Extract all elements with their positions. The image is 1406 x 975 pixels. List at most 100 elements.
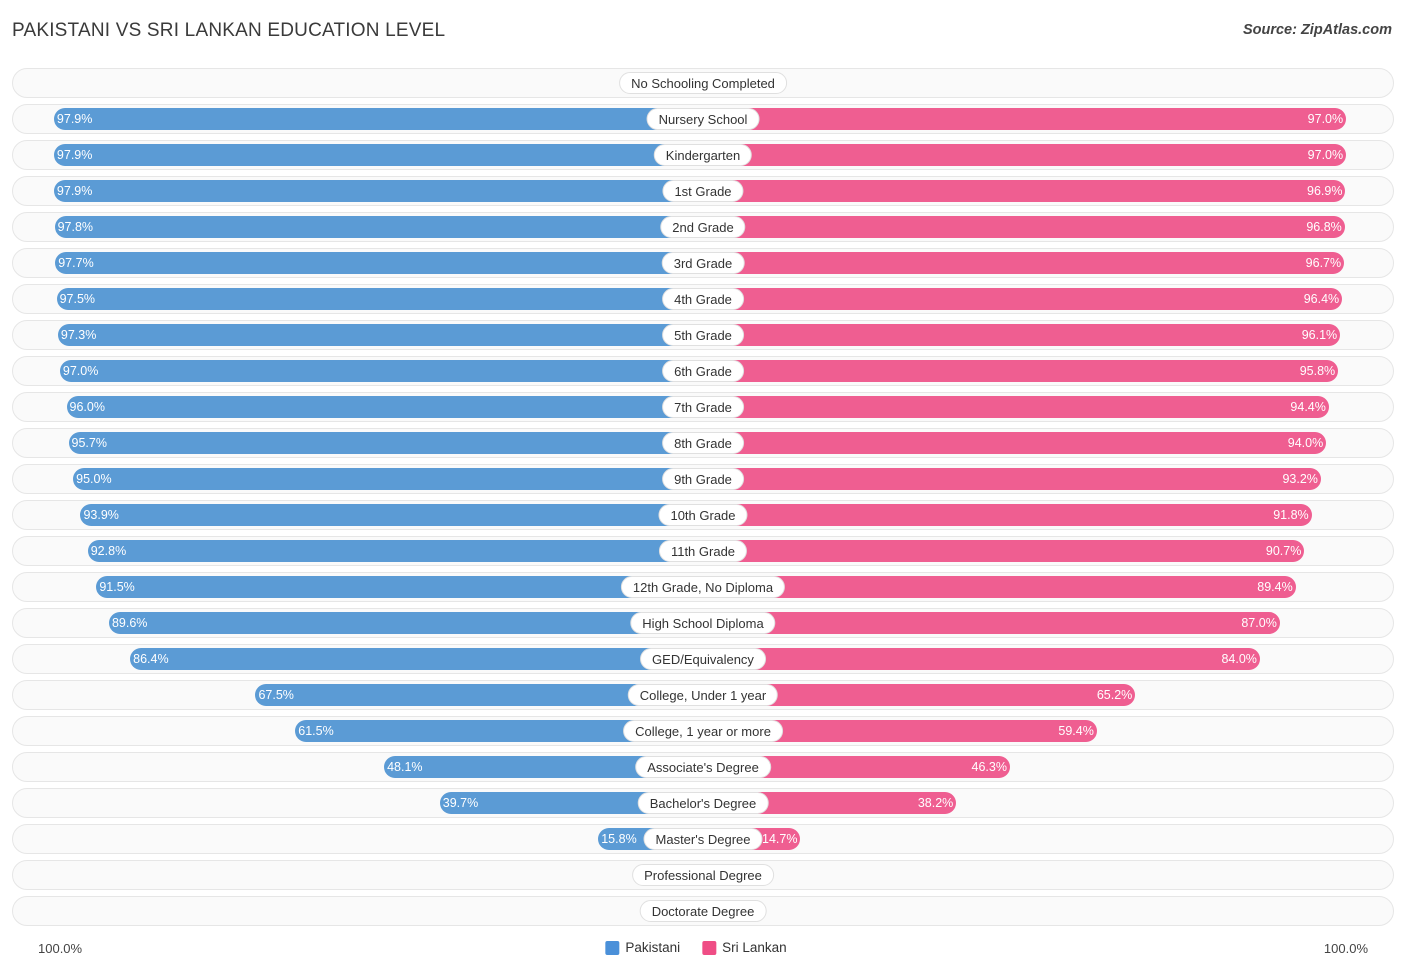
category-label: 9th Grade xyxy=(662,468,744,490)
category-label: 8th Grade xyxy=(662,432,744,454)
bar-srilankan xyxy=(703,504,1312,526)
value-label-srilankan: 97.0% xyxy=(1307,112,1344,126)
bar-srilankan xyxy=(703,324,1341,346)
bar-srilankan xyxy=(703,576,1296,598)
value-label-pakistani: 95.7% xyxy=(72,429,107,457)
chart-row-inner: 4.8%4.3%Professional Degree xyxy=(13,861,1393,889)
value-label-srilankan: 93.2% xyxy=(1282,472,1318,486)
chart-row: 97.8% 96.8% 2nd Grade xyxy=(12,212,1394,242)
category-label: 6th Grade xyxy=(662,360,744,382)
chart-row-inner: 95.0% 93.2% 9th Grade xyxy=(13,465,1393,493)
bar-pakistani xyxy=(59,360,703,382)
chart-row-inner: 48.1% 46.3% Associate's Degree xyxy=(13,753,1393,781)
source-attribution: Source: ZipAtlas.com xyxy=(1242,22,1392,38)
bar-srilankan xyxy=(703,432,1327,454)
bar-srilankan xyxy=(703,648,1260,670)
value-label-pakistani: 97.7% xyxy=(58,249,93,277)
chart-row: 4.8%4.3%Professional Degree xyxy=(12,860,1394,890)
chart-row-inner: 97.8% 96.8% 2nd Grade xyxy=(13,213,1393,241)
chart-row-inner: 97.3% 96.1% 5th Grade xyxy=(13,321,1393,349)
chart-row: 97.9% 97.0% Nursery School xyxy=(12,104,1394,134)
bar-pakistani xyxy=(80,504,703,526)
chart-row-inner: 97.0% 95.8% 6th Grade xyxy=(13,357,1393,385)
bar-pakistani xyxy=(57,324,703,346)
value-label-srilankan: 90.7% xyxy=(1265,544,1302,558)
category-label: Nursery School xyxy=(646,108,760,130)
chart-row-inner: 91.5% 89.4% 12th Grade, No Diploma xyxy=(13,573,1393,601)
value-label-pakistani: 97.3% xyxy=(61,321,96,349)
category-label: Bachelor's Degree xyxy=(637,792,769,814)
chart-row-inner: 96.0% 94.4% 7th Grade xyxy=(13,393,1393,421)
bar-srilankan xyxy=(703,468,1321,490)
chart-row: 61.5% 59.4% College, 1 year or more xyxy=(12,716,1394,746)
legend-swatch-pakistani xyxy=(605,940,620,955)
chart-page: PAKISTANI VS SRI LANKAN EDUCATION LEVEL … xyxy=(0,0,1406,975)
chart-row-inner: 2.0%1.9%Doctorate Degree xyxy=(13,897,1393,925)
value-label-pakistani: 97.8% xyxy=(58,213,93,241)
value-label-srilankan: 96.1% xyxy=(1301,328,1338,342)
value-label-srilankan: 87.0% xyxy=(1241,616,1277,630)
category-label: 10th Grade xyxy=(658,504,748,526)
chart-row: 15.8% 14.7%Master's Degree xyxy=(12,824,1394,854)
category-label: 5th Grade xyxy=(662,324,744,346)
value-label-srilankan: 65.2% xyxy=(1096,688,1133,702)
value-label-srilankan: 96.9% xyxy=(1307,184,1343,198)
value-label-pakistani: 93.9% xyxy=(83,501,118,529)
category-label: 4th Grade xyxy=(662,288,744,310)
bar-srilankan xyxy=(703,540,1305,562)
chart-row: 89.6% 87.0% High School Diploma xyxy=(12,608,1394,638)
category-label: Professional Degree xyxy=(632,864,774,886)
value-label-pakistani: 97.9% xyxy=(57,105,92,133)
chart-row: 97.3% 96.1% 5th Grade xyxy=(12,320,1394,350)
legend-label-pakistani: Pakistani xyxy=(625,940,681,955)
value-label-srilankan: 94.0% xyxy=(1287,436,1324,450)
axis-label-left: 100.0% xyxy=(38,941,83,956)
value-label-srilankan: 96.7% xyxy=(1305,256,1342,270)
bar-pakistani xyxy=(53,108,703,130)
chart-row: 2.1%3.0%No Schooling Completed xyxy=(12,68,1394,98)
bar-srilankan xyxy=(703,108,1347,130)
chart-row: 91.5% 89.4% 12th Grade, No Diploma xyxy=(12,572,1394,602)
category-label: 3rd Grade xyxy=(661,252,745,274)
chart-row: 97.9% 97.0% Kindergarten xyxy=(12,140,1394,170)
chart-row-inner: 89.6% 87.0% High School Diploma xyxy=(13,609,1393,637)
bar-pakistani xyxy=(108,612,703,634)
value-label-pakistani: 48.1% xyxy=(387,753,422,781)
category-label: 12th Grade, No Diploma xyxy=(620,576,786,598)
value-label-srilankan: 14.7% xyxy=(762,832,798,846)
chart-header: PAKISTANI VS SRI LANKAN EDUCATION LEVEL … xyxy=(0,0,1406,62)
legend-swatch-srilankan xyxy=(702,940,717,955)
category-label: 11th Grade xyxy=(658,540,748,562)
category-label: No Schooling Completed xyxy=(619,72,787,94)
value-label-srilankan: 38.2% xyxy=(917,796,954,810)
bar-pakistani xyxy=(96,576,703,598)
chart-rows: 2.1%3.0%No Schooling Completed 97.9% 97.0%… xyxy=(12,68,1394,932)
category-label: Associate's Degree xyxy=(635,756,771,778)
value-label-pakistani: 86.4% xyxy=(133,645,168,673)
chart-row-inner: 97.9% 97.0% Nursery School xyxy=(13,105,1393,133)
chart-row-inner: 95.7% 94.0% 8th Grade xyxy=(13,429,1393,457)
value-label-srilankan: 59.4% xyxy=(1058,724,1094,738)
legend-item-pakistani: Pakistani xyxy=(605,940,680,955)
chart-row-inner: 61.5% 59.4% College, 1 year or more xyxy=(13,717,1393,745)
value-label-pakistani: 97.0% xyxy=(63,357,98,385)
chart-row: 86.4% 84.0% GED/Equivalency xyxy=(12,644,1394,674)
legend-item-srilankan: Sri Lankan xyxy=(702,940,787,955)
value-label-pakistani: 96.0% xyxy=(70,393,105,421)
category-label: Doctorate Degree xyxy=(639,900,767,922)
value-label-pakistani: 97.9% xyxy=(57,177,92,205)
bar-pakistani xyxy=(68,432,703,454)
chart-row-inner: 86.4% 84.0% GED/Equivalency xyxy=(13,645,1393,673)
value-label-srilankan: 96.8% xyxy=(1306,220,1342,234)
category-label: GED/Equivalency xyxy=(640,648,766,670)
value-label-srilankan: 91.8% xyxy=(1273,508,1309,522)
value-label-pakistani: 95.0% xyxy=(76,465,111,493)
chart-row: 48.1% 46.3% Associate's Degree xyxy=(12,752,1394,782)
value-label-pakistani: 91.5% xyxy=(99,573,134,601)
value-label-pakistani: 97.9% xyxy=(57,141,92,169)
value-label-pakistani: 39.7% xyxy=(443,789,478,817)
value-label-srilankan: 94.4% xyxy=(1290,400,1326,414)
value-label-pakistani: 89.6% xyxy=(112,609,147,637)
chart-row: 92.8% 90.7% 11th Grade xyxy=(12,536,1394,566)
chart-row-inner: 97.9% 96.9% 1st Grade xyxy=(13,177,1393,205)
